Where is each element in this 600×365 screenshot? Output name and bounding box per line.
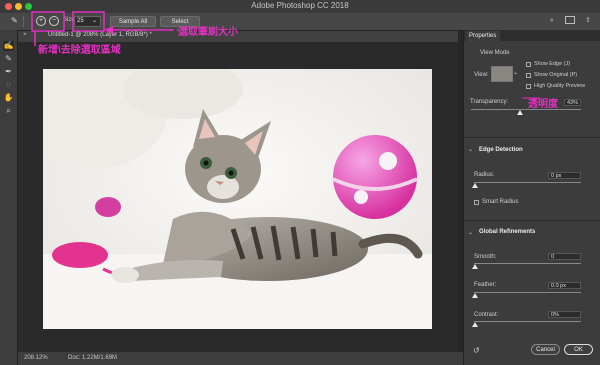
transparency-annotation: 透明度 (528, 99, 558, 110)
size-control-highlight (72, 11, 105, 32)
arrow-head-icon (104, 26, 113, 34)
brush-size-annotation: 選取筆刷大小 (178, 27, 238, 38)
mode-buttons-highlight (31, 11, 65, 32)
add-remove-annotation: 新增\去除選取區域 (38, 45, 121, 56)
